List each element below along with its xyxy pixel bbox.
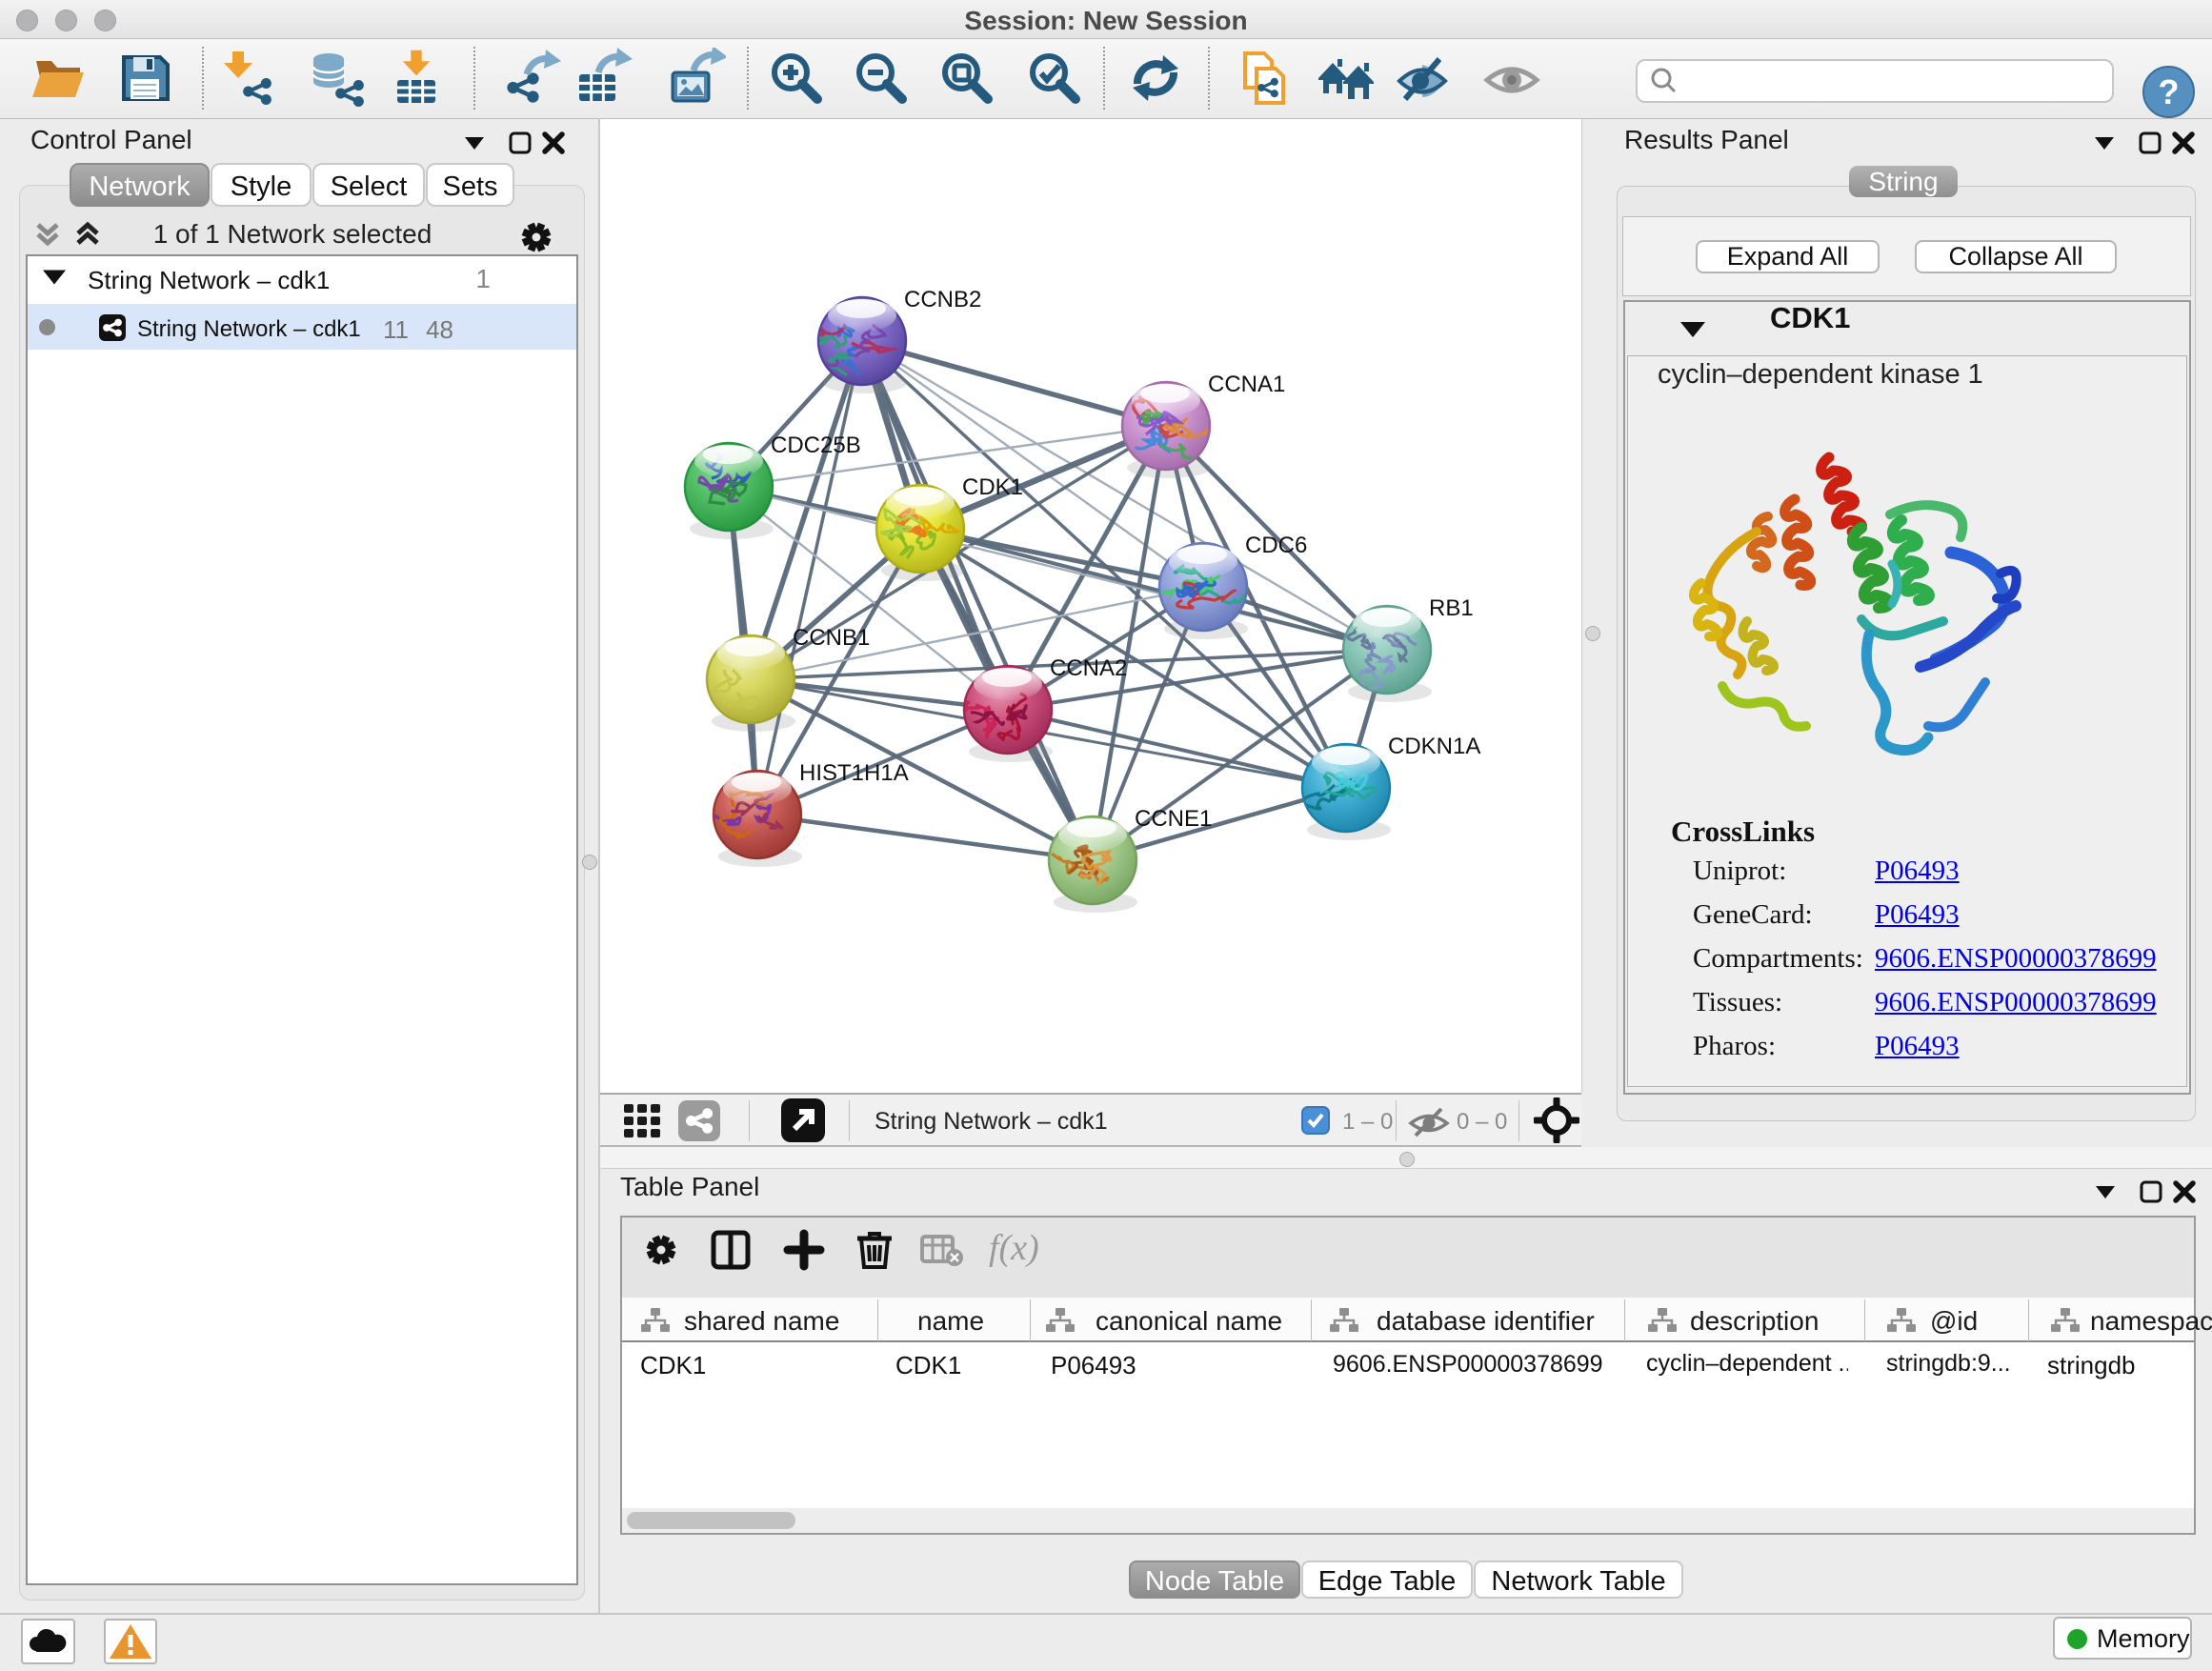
svg-text:CCNB2: CCNB2 — [904, 287, 981, 312]
svg-text:CDKN1A: CDKN1A — [1388, 734, 1480, 759]
svg-text:CCNE1: CCNE1 — [1135, 806, 1212, 832]
svg-text:CDC6: CDC6 — [1245, 533, 1307, 558]
svg-text:HIST1H1A: HIST1H1A — [799, 760, 909, 786]
svg-text:CCNA1: CCNA1 — [1208, 372, 1285, 397]
svg-text:CDK1: CDK1 — [962, 474, 1023, 500]
svg-text:CCNB1: CCNB1 — [793, 625, 870, 651]
svg-text:RB1: RB1 — [1429, 595, 1474, 621]
svg-text:CDC25B: CDC25B — [771, 433, 861, 458]
svg-text:CCNA2: CCNA2 — [1050, 655, 1127, 681]
